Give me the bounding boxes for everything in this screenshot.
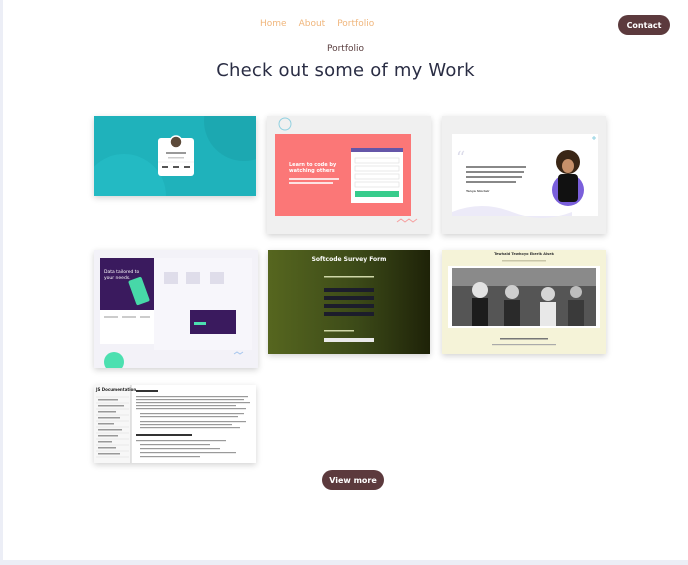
testimonial-author: Tanya Sinclair bbox=[466, 189, 490, 193]
nav-home[interactable]: Home bbox=[260, 19, 287, 29]
project-card-landing[interactable]: Data tailored to your needs. bbox=[94, 250, 258, 368]
nav-about[interactable]: About bbox=[299, 19, 326, 29]
portfolio-page: Home About Portfolio Contact Portfolio C… bbox=[3, 0, 688, 560]
testimonial-thumbnail: “ bbox=[452, 134, 598, 218]
project-card-testimonial[interactable]: “ Tanya Sinclair bbox=[442, 116, 606, 234]
survey-thumbnail bbox=[324, 276, 374, 342]
top-nav: Home About Portfolio bbox=[260, 19, 374, 29]
project-card-signup[interactable]: Learn to code by watching others bbox=[267, 116, 431, 234]
section-subtitle: Portfolio bbox=[326, 44, 365, 54]
documentation-heading: JS Documentation bbox=[96, 387, 137, 392]
view-more-button[interactable]: View more bbox=[322, 470, 384, 490]
project-card-profile[interactable] bbox=[94, 116, 256, 196]
documentation-thumbnail bbox=[94, 385, 250, 463]
tribute-thumbnail bbox=[448, 260, 600, 346]
signup-heading: Learn to code by watching others bbox=[289, 162, 337, 174]
landing-thumbnail bbox=[100, 258, 252, 368]
landing-hero-text: Data tailored to your needs. bbox=[104, 270, 140, 281]
signup-thumbnail bbox=[275, 117, 418, 223]
project-card-tribute[interactable]: Tewhaid Tewhoyo Ekerik Alsek bbox=[442, 250, 606, 354]
profile-card-thumbnail bbox=[94, 116, 256, 196]
tribute-heading: Tewhaid Tewhoyo Ekerik Alsek bbox=[494, 252, 554, 256]
svg-text:“: “ bbox=[456, 148, 465, 169]
section-title: Check out some of my Work bbox=[216, 60, 475, 81]
project-card-survey[interactable]: Softcode Survey Form bbox=[268, 250, 430, 354]
nav-portfolio[interactable]: Portfolio bbox=[337, 19, 374, 29]
project-card-documentation[interactable]: JS Documentation bbox=[94, 385, 256, 463]
contact-button[interactable]: Contact bbox=[618, 15, 670, 35]
survey-heading: Softcode Survey Form bbox=[311, 256, 387, 263]
